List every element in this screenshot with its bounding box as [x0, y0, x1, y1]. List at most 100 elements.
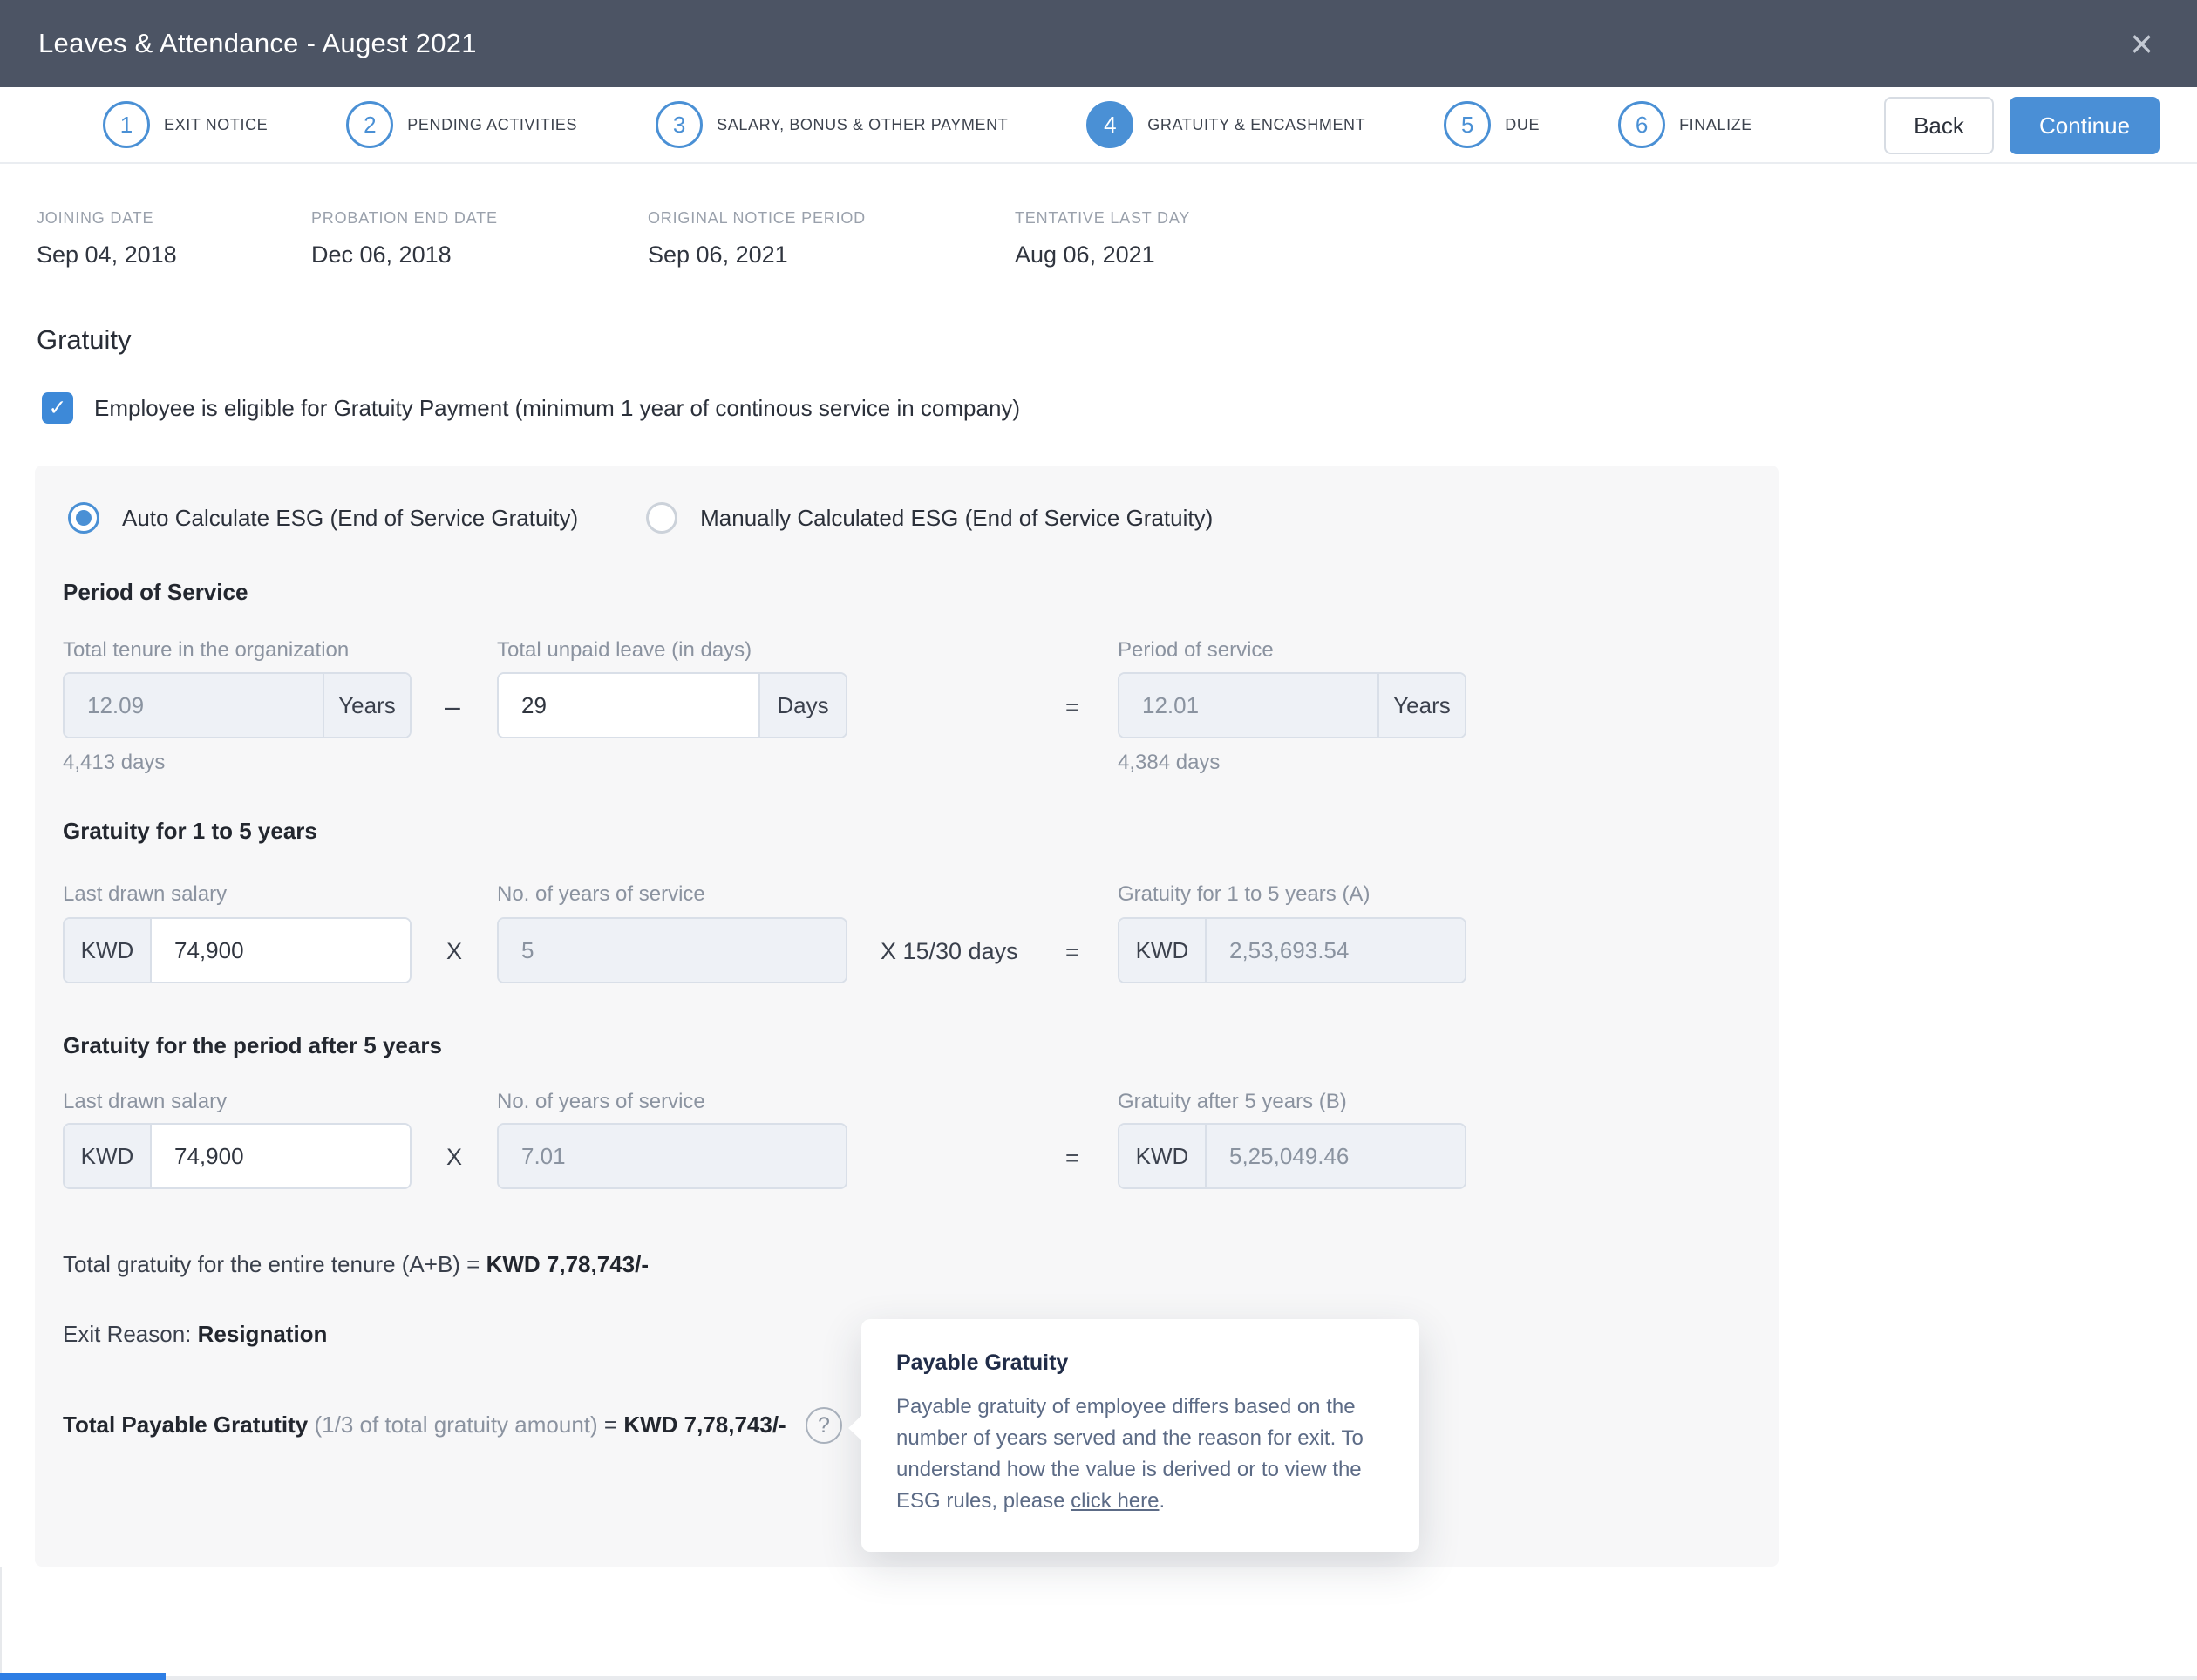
summary-label: PROBATION END DATE	[311, 209, 498, 228]
step-finalize[interactable]: 6 FINALIZE	[1618, 101, 1752, 148]
step-number: 5	[1444, 101, 1491, 148]
step-label: DUE	[1505, 116, 1540, 134]
salary-control-1: KWD 74,900	[63, 917, 412, 983]
esg-calculation-panel: Auto Calculate ESG (End of Service Gratu…	[35, 466, 1779, 1567]
result-value-1: 2,53,693.54	[1207, 919, 1465, 982]
close-icon[interactable]: ×	[2130, 24, 2153, 64]
gratuity-1-5-heading: Gratuity for 1 to 5 years	[63, 818, 317, 845]
help-icon[interactable]: ?	[806, 1407, 842, 1444]
total-tenure-label: Total gratuity for the entire tenure (A+…	[63, 1251, 486, 1277]
tenure-control: 12.09 Years	[63, 672, 412, 738]
unpaid-leave-unit: Days	[758, 674, 846, 737]
step-number: 4	[1086, 101, 1133, 148]
salary-label-1: Last drawn salary	[63, 882, 227, 907]
radio-on-icon	[68, 502, 99, 534]
page-left-edge	[0, 1567, 2, 1680]
stepper-actions: Back Continue	[1884, 97, 2160, 154]
currency-prefix: KWD	[1119, 1125, 1207, 1187]
continue-button[interactable]: Continue	[2010, 97, 2160, 154]
step-number: 6	[1618, 101, 1665, 148]
step-due[interactable]: 5 DUE	[1444, 101, 1540, 148]
result-control-2: KWD 5,25,049.46	[1118, 1123, 1466, 1189]
tooltip-body: Payable gratuity of employee differs bas…	[896, 1391, 1384, 1517]
equals-operator-1: =	[1065, 939, 1079, 966]
unpaid-leave-control: 29 Days	[497, 672, 847, 738]
years-label-1: No. of years of service	[497, 882, 705, 907]
exit-reason-line: Exit Reason: Resignation	[63, 1321, 327, 1348]
modal-header: Leaves & Attendance - Augest 2021 ×	[0, 0, 2197, 87]
step-salary-bonus[interactable]: 3 SALARY, BONUS & OTHER PAYMENT	[656, 101, 1008, 148]
factor-text: X 15/30 days	[881, 938, 1018, 965]
back-button[interactable]: Back	[1884, 97, 1994, 154]
page-bottom-divider	[0, 1676, 2197, 1680]
equals-operator: =	[1065, 694, 1079, 721]
exit-reason-label: Exit Reason:	[63, 1321, 198, 1347]
tenure-days-note: 4,413 days	[63, 751, 165, 775]
click-here-link[interactable]: click here	[1071, 1489, 1159, 1513]
summary-joining-date: JOINING DATE Sep 04, 2018	[37, 209, 177, 269]
step-label: PENDING ACTIVITIES	[407, 116, 577, 134]
service-period-input: 12.01	[1119, 674, 1377, 737]
payable-value: KWD 7,78,743/-	[623, 1411, 786, 1438]
currency-prefix: KWD	[65, 1125, 152, 1187]
modal-title: Leaves & Attendance - Augest 2021	[38, 28, 477, 59]
service-period-label: Period of service	[1118, 638, 1274, 663]
total-tenure-value: KWD 7,78,743/-	[486, 1251, 649, 1277]
summary-label: JOINING DATE	[37, 209, 177, 228]
summary-label: TENTATIVE LAST DAY	[1015, 209, 1190, 228]
summary-value: Sep 06, 2021	[648, 241, 866, 269]
tenure-label: Total tenure in the organization	[63, 638, 349, 663]
summary-last-day: TENTATIVE LAST DAY Aug 06, 2021	[1015, 209, 1190, 269]
times-operator-2: X	[446, 1144, 462, 1171]
payable-sub-label: (1/3 of total gratuity amount)	[308, 1411, 604, 1438]
bottom-progress-bar	[0, 1673, 166, 1680]
summary-value: Sep 04, 2018	[37, 241, 177, 269]
salary-input-2[interactable]: 74,900	[152, 1125, 410, 1187]
service-period-unit: Years	[1377, 674, 1465, 737]
total-tenure-line: Total gratuity for the entire tenure (A+…	[63, 1251, 649, 1278]
esg-mode-radio-group: Auto Calculate ESG (End of Service Gratu…	[68, 502, 1213, 534]
payable-gratuity-line: Total Payable Gratutity (1/3 of total gr…	[63, 1411, 786, 1439]
radio-off-icon	[646, 502, 677, 534]
summary-value: Dec 06, 2018	[311, 241, 498, 269]
step-number: 2	[346, 101, 393, 148]
summary-notice-period: ORIGINAL NOTICE PERIOD Sep 06, 2021	[648, 209, 866, 269]
result-label-1: Gratuity for 1 to 5 years (A)	[1118, 882, 1370, 907]
manual-calculate-radio[interactable]: Manually Calculated ESG (End of Service …	[646, 502, 1213, 534]
check-icon: ✓	[49, 395, 67, 421]
currency-prefix: KWD	[65, 919, 152, 982]
result-control-1: KWD 2,53,693.54	[1118, 917, 1466, 983]
salary-label-2: Last drawn salary	[63, 1090, 227, 1114]
payable-equals: =	[604, 1411, 623, 1438]
years-control-2: 7.01	[497, 1123, 847, 1189]
years-input-2: 7.01	[499, 1125, 846, 1187]
result-label-2: Gratuity after 5 years (B)	[1118, 1090, 1347, 1114]
radio-label: Manually Calculated ESG (End of Service …	[700, 505, 1213, 532]
summary-label: ORIGINAL NOTICE PERIOD	[648, 209, 866, 228]
gratuity-heading: Gratuity	[37, 324, 132, 356]
eligibility-label: Employee is eligible for Gratuity Paymen…	[94, 395, 1020, 422]
step-label: GRATUITY & ENCASHMENT	[1147, 116, 1365, 134]
service-period-control: 12.01 Years	[1118, 672, 1466, 738]
tooltip-title: Payable Gratuity	[896, 1350, 1384, 1376]
unpaid-leave-label: Total unpaid leave (in days)	[497, 638, 752, 663]
step-pending-activities[interactable]: 2 PENDING ACTIVITIES	[346, 101, 577, 148]
unpaid-leave-input[interactable]: 29	[499, 674, 758, 737]
tenure-input: 12.09	[65, 674, 323, 737]
gratuity-after-5-heading: Gratuity for the period after 5 years	[63, 1032, 442, 1059]
step-gratuity-encashment[interactable]: 4 GRATUITY & ENCASHMENT	[1086, 101, 1365, 148]
times-operator-1: X	[446, 938, 462, 965]
eligibility-checkbox[interactable]: ✓	[42, 392, 73, 424]
tooltip-text-end: .	[1159, 1489, 1165, 1513]
step-label: SALARY, BONUS & OTHER PAYMENT	[717, 116, 1008, 134]
radio-label: Auto Calculate ESG (End of Service Gratu…	[122, 505, 578, 532]
period-of-service-heading: Period of Service	[63, 579, 248, 606]
result-value-2: 5,25,049.46	[1207, 1125, 1465, 1187]
payable-gratuity-tooltip: Payable Gratuity Payable gratuity of emp…	[861, 1319, 1419, 1552]
exit-wizard-modal: Leaves & Attendance - Augest 2021 × 1 EX…	[0, 0, 2197, 1680]
auto-calculate-radio[interactable]: Auto Calculate ESG (End of Service Gratu…	[68, 502, 578, 534]
salary-control-2: KWD 74,900	[63, 1123, 412, 1189]
step-exit-notice[interactable]: 1 EXIT NOTICE	[103, 101, 268, 148]
salary-input-1[interactable]: 74,900	[152, 919, 410, 982]
tenure-unit: Years	[323, 674, 410, 737]
